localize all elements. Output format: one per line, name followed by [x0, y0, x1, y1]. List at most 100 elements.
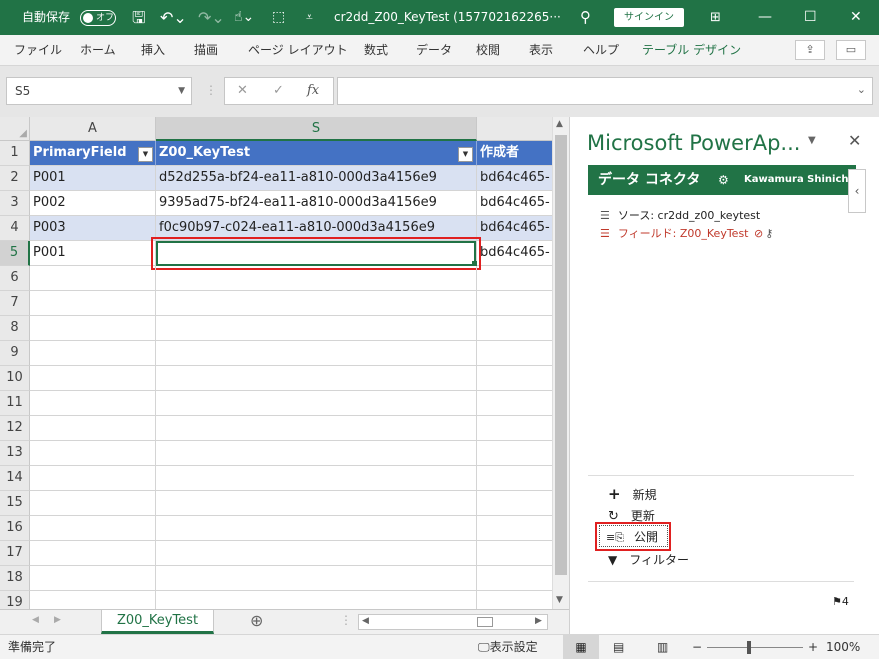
save-icon[interactable]: 🖫 [132, 0, 146, 35]
splitter-icon[interactable]: ⋮ [340, 613, 352, 627]
grid-cell[interactable] [156, 366, 477, 391]
table-cell[interactable]: P001 [30, 166, 156, 191]
column-header-next[interactable] [477, 117, 552, 141]
grid-cell[interactable] [156, 566, 477, 591]
table-header-creator[interactable]: 作成者 [477, 141, 552, 166]
row-header[interactable]: 3 [0, 191, 30, 216]
grid-cell[interactable] [477, 516, 552, 541]
chevron-down-icon[interactable]: ▼ [178, 78, 185, 104]
grid-cell[interactable] [156, 466, 477, 491]
scroll-thumb[interactable] [555, 135, 567, 575]
pane-options-icon[interactable]: ▼ [808, 135, 816, 146]
row-header[interactable]: 15 [0, 491, 30, 516]
grid-cell[interactable] [477, 316, 552, 341]
row-header[interactable]: 11 [0, 391, 30, 416]
row-header[interactable]: 2 [0, 166, 30, 191]
comments-button[interactable]: ▭ [836, 40, 866, 60]
close-pane-icon[interactable]: ✕ [848, 131, 861, 150]
tab-home[interactable]: ホーム [80, 35, 116, 65]
page-layout-view-icon[interactable]: ▤ [613, 635, 624, 659]
row-header[interactable]: 4 [0, 216, 30, 241]
row-header[interactable]: 13 [0, 441, 30, 466]
filter-dropdown-icon[interactable]: ▼ [458, 147, 473, 162]
add-sheet-icon[interactable]: ⊕ [250, 611, 263, 630]
grid-cell[interactable] [156, 416, 477, 441]
column-header-a[interactable]: A [30, 117, 156, 141]
expand-formula-icon[interactable]: ⌄ [857, 83, 866, 96]
grid-cell[interactable] [30, 566, 156, 591]
select-object-icon[interactable]: ⬚ [272, 0, 285, 35]
field-row[interactable]: ☰ フィールド: Z00_KeyTest ⊘ ⚷ [600, 225, 773, 241]
redo-icon[interactable]: ↷⌄ [198, 0, 225, 35]
grid-cell[interactable] [30, 341, 156, 366]
grid-cell[interactable] [30, 441, 156, 466]
row-header[interactable]: 8 [0, 316, 30, 341]
scroll-up-icon[interactable]: ▲ [556, 119, 563, 129]
grid-cell[interactable] [156, 516, 477, 541]
horizontal-scrollbar[interactable]: ◀ ▶ [358, 614, 548, 630]
worksheet-grid[interactable]: ◢ A S 1 PrimaryField ▼ Z00_KeyTest ▼ 作成者… [0, 117, 552, 609]
grid-cell[interactable] [30, 316, 156, 341]
scroll-down-icon[interactable]: ▼ [556, 595, 563, 605]
tab-formulas[interactable]: 数式 [364, 35, 388, 65]
row-header[interactable]: 19 [0, 591, 30, 609]
vertical-scrollbar[interactable]: ▲ ▼ [552, 117, 569, 609]
grid-cell[interactable] [156, 491, 477, 516]
row-header[interactable]: 17 [0, 541, 30, 566]
grid-cell[interactable] [477, 391, 552, 416]
grid-cell[interactable] [30, 591, 156, 609]
scroll-left-icon[interactable]: ◀ [362, 616, 369, 626]
row-header[interactable]: 7 [0, 291, 30, 316]
grid-cell[interactable] [30, 491, 156, 516]
grid-cell[interactable] [156, 441, 477, 466]
grid-cell[interactable] [477, 291, 552, 316]
zoom-out-icon[interactable]: − [692, 635, 702, 659]
zoom-slider-track[interactable] [707, 647, 803, 648]
zoom-slider-thumb[interactable] [747, 641, 751, 654]
row-header[interactable]: 16 [0, 516, 30, 541]
tab-help[interactable]: ヘルプ [583, 35, 619, 65]
tab-view[interactable]: 表示 [529, 35, 553, 65]
cancel-icon[interactable]: ✕ [237, 83, 248, 98]
ribbon-display-icon[interactable]: ⊞ [710, 0, 721, 35]
row-header[interactable]: 1 [0, 141, 30, 166]
table-cell[interactable]: 9395ad75-bf24-ea11-a810-000d3a4156e9 [156, 191, 477, 216]
tab-page-layout[interactable]: ページ レイアウト [248, 35, 348, 65]
row-header[interactable]: 9 [0, 341, 30, 366]
row-header[interactable]: 14 [0, 466, 30, 491]
row-header[interactable]: 18 [0, 566, 30, 591]
table-cell[interactable]: P002 [30, 191, 156, 216]
grid-cell[interactable] [156, 341, 477, 366]
row-header[interactable]: 6 [0, 266, 30, 291]
grid-cell[interactable] [30, 466, 156, 491]
grid-cell[interactable] [30, 416, 156, 441]
grid-cell[interactable] [477, 541, 552, 566]
share-button[interactable]: ⇪ [795, 40, 825, 60]
grid-cell[interactable] [30, 541, 156, 566]
new-action[interactable]: + 新規 [608, 485, 657, 503]
confirm-icon[interactable]: ✓ [273, 83, 284, 98]
grid-cell[interactable] [30, 366, 156, 391]
display-settings[interactable]: 🖵表示設定 [478, 635, 538, 659]
table-cell[interactable]: bd64c465- [477, 241, 552, 266]
table-cell[interactable]: bd64c465- [477, 216, 552, 241]
maximize-icon[interactable]: ☐ [804, 0, 817, 35]
undo-icon[interactable]: ↶⌄ [160, 0, 187, 35]
tab-review[interactable]: 校閲 [476, 35, 500, 65]
normal-view-button[interactable]: ▦ [563, 635, 599, 659]
select-all-corner[interactable]: ◢ [0, 117, 30, 141]
tab-insert[interactable]: 挿入 [141, 35, 165, 65]
grid-cell[interactable] [477, 566, 552, 591]
grid-cell[interactable] [30, 291, 156, 316]
grid-cell[interactable] [477, 416, 552, 441]
scroll-right-icon[interactable]: ▶ [535, 616, 542, 626]
tab-draw[interactable]: 描画 [194, 35, 218, 65]
zoom-in-icon[interactable]: + [808, 635, 818, 659]
minimize-icon[interactable]: — [758, 0, 772, 35]
grid-cell[interactable] [477, 591, 552, 609]
grid-cell[interactable] [156, 291, 477, 316]
search-icon[interactable]: ⚲ [580, 0, 591, 35]
column-header-s[interactable]: S [156, 117, 477, 141]
grid-cell[interactable] [156, 541, 477, 566]
table-header-primaryfield[interactable]: PrimaryField ▼ [30, 141, 156, 166]
